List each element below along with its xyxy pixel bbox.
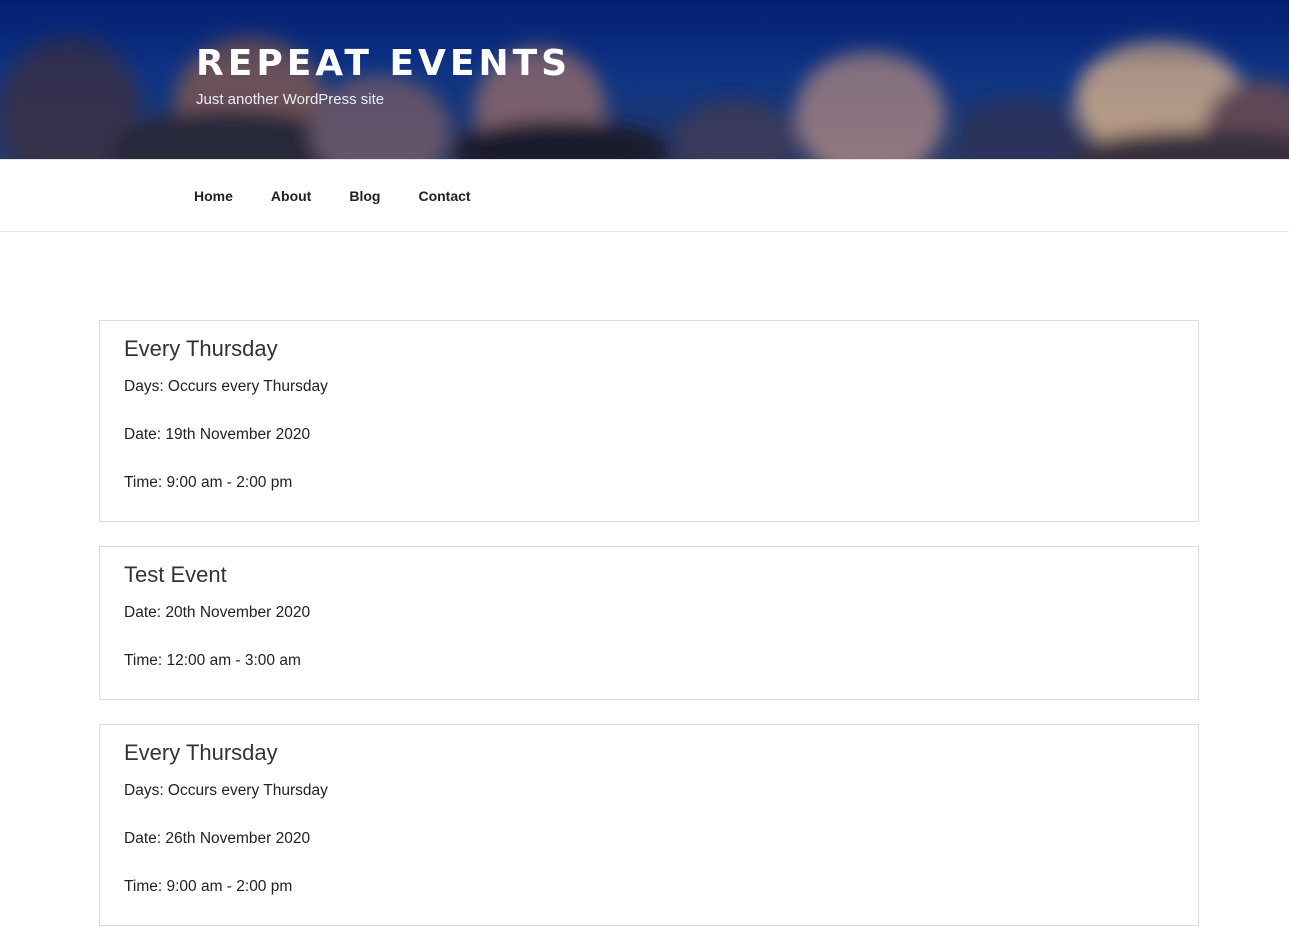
page: REPEAT EVENTS Just another WordPress sit…: [0, 0, 1289, 951]
nav-item-about[interactable]: About: [271, 186, 311, 206]
event-card: Every Thursday Days: Occurs every Thursd…: [99, 320, 1199, 522]
event-date: Date: 20th November 2020: [124, 604, 311, 621]
site-title[interactable]: REPEAT EVENTS: [196, 42, 571, 86]
nav-item-contact[interactable]: Contact: [418, 186, 470, 206]
main-navigation: Home About Blog Contact: [0, 159, 1289, 232]
nav-item-home[interactable]: Home: [194, 186, 233, 206]
nav-item-blog[interactable]: Blog: [349, 186, 380, 206]
event-time: Time: 9:00 am - 2:00 pm: [124, 878, 293, 895]
events-list: Every Thursday Days: Occurs every Thursd…: [99, 320, 1199, 950]
nav-menu: Home About Blog Contact: [194, 186, 509, 206]
site-header: REPEAT EVENTS Just another WordPress sit…: [0, 0, 1289, 160]
event-card: Every Thursday Days: Occurs every Thursd…: [99, 724, 1199, 926]
site-branding: REPEAT EVENTS Just another WordPress sit…: [196, 42, 571, 110]
event-date: Date: 26th November 2020: [124, 830, 311, 847]
banner-overlay: [0, 0, 1289, 160]
event-time: Time: 12:00 am - 3:00 am: [124, 652, 301, 669]
event-time: Time: 9:00 am - 2:00 pm: [124, 474, 293, 491]
event-days: Days: Occurs every Thursday: [124, 782, 328, 799]
event-title[interactable]: Every Thursday: [124, 335, 1174, 363]
event-title[interactable]: Every Thursday: [124, 739, 1174, 767]
event-date: Date: 19th November 2020: [124, 426, 311, 443]
event-days: Days: Occurs every Thursday: [124, 378, 328, 395]
event-title[interactable]: Test Event: [124, 561, 1174, 589]
site-tagline: Just another WordPress site: [196, 91, 385, 108]
event-card: Test Event Date: 20th November 2020 Time…: [99, 546, 1199, 700]
